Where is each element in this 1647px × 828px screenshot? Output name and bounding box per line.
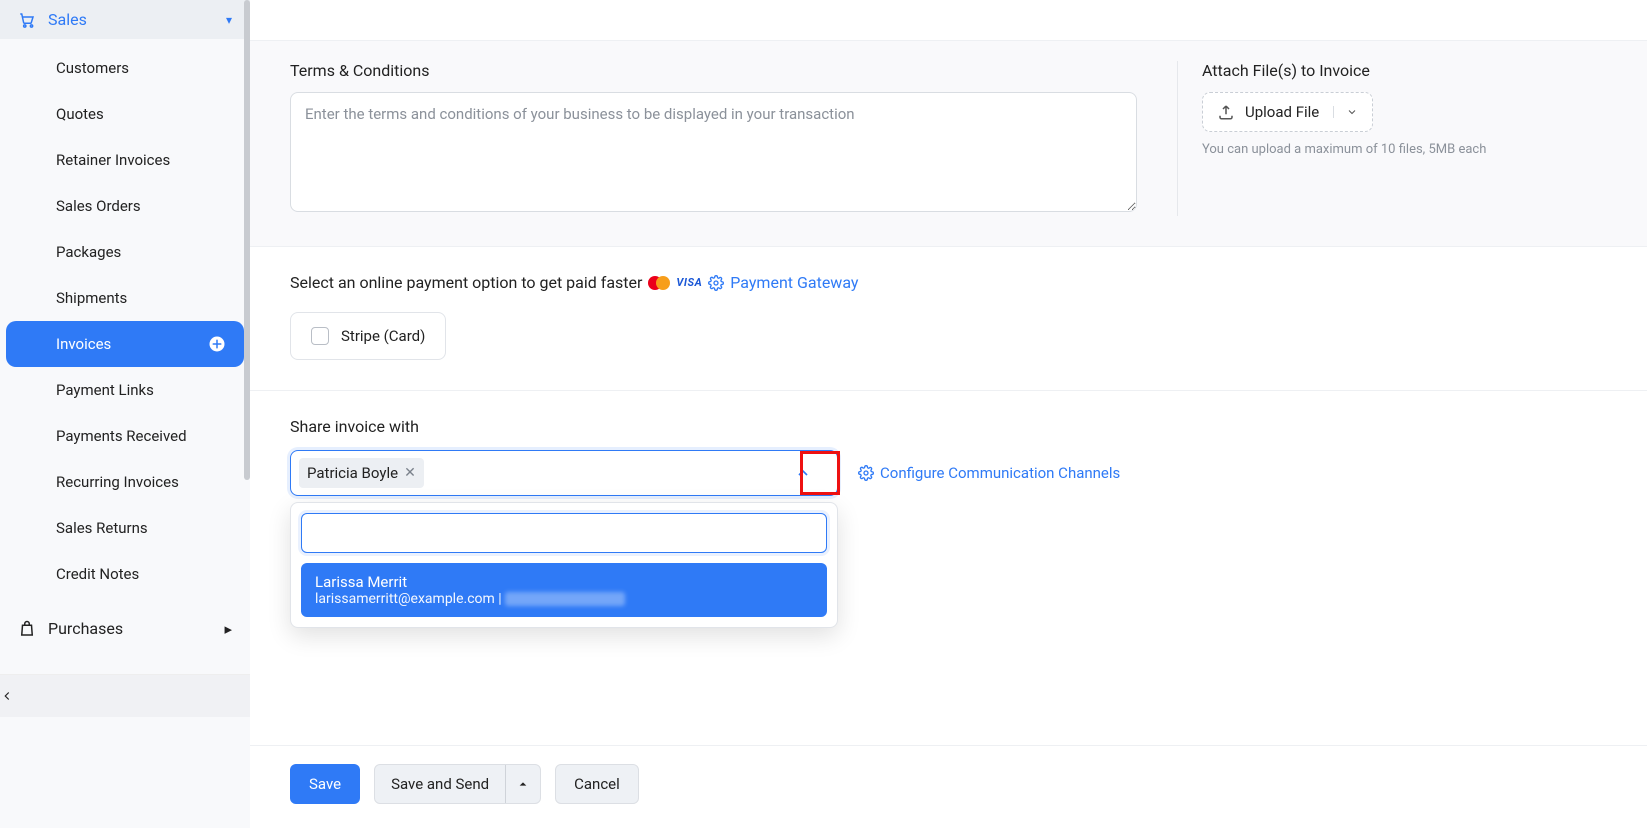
sidebar-section-sales[interactable]: Sales ▾ bbox=[0, 0, 250, 39]
upload-file-label: Upload File bbox=[1245, 103, 1319, 121]
sidebar-section-purchases[interactable]: Purchases ▸ bbox=[0, 603, 250, 654]
cart-icon bbox=[18, 11, 36, 29]
payment-prompt: Select an online payment option to get p… bbox=[290, 273, 642, 292]
chevron-up-icon bbox=[795, 465, 811, 481]
sidebar-item-invoices[interactable]: Invoices bbox=[6, 321, 244, 367]
chip-remove-icon[interactable]: ✕ bbox=[404, 465, 416, 481]
attach-label: Attach File(s) to Invoice bbox=[1202, 61, 1607, 80]
terms-label: Terms & Conditions bbox=[290, 61, 1137, 80]
sidebar-item-credit-notes[interactable]: Credit Notes bbox=[6, 551, 244, 597]
caret-down-icon: ▾ bbox=[226, 13, 232, 27]
gear-icon bbox=[708, 275, 724, 291]
gear-icon bbox=[858, 465, 874, 481]
redacted-phone bbox=[505, 592, 625, 606]
sidebar-item-sales-orders[interactable]: Sales Orders bbox=[6, 183, 244, 229]
share-multiselect[interactable]: Patricia Boyle ✕ bbox=[290, 450, 838, 496]
stripe-checkbox[interactable] bbox=[311, 327, 329, 345]
sidebar-item-payment-links[interactable]: Payment Links bbox=[6, 367, 244, 413]
sidebar-item-recurring-invoices[interactable]: Recurring Invoices bbox=[6, 459, 244, 505]
share-dropdown-option[interactable]: Larissa Merrit larissamerritt@example.co… bbox=[301, 563, 827, 617]
upload-hint: You can upload a maximum of 10 files, 5M… bbox=[1202, 142, 1607, 157]
main-content: Terms & Conditions Attach File(s) to Inv… bbox=[250, 0, 1647, 828]
save-send-dropdown[interactable] bbox=[506, 765, 540, 803]
sidebar-item-sales-returns[interactable]: Sales Returns bbox=[6, 505, 244, 551]
save-and-send-button[interactable]: Save and Send bbox=[374, 764, 541, 804]
sidebar-collapse[interactable] bbox=[0, 674, 250, 717]
visa-icon: VISA bbox=[676, 276, 702, 289]
share-label: Share invoice with bbox=[290, 417, 1607, 436]
caret-right-icon: ▸ bbox=[224, 620, 232, 638]
sidebar-sales-items: Customers Quotes Retainer Invoices Sales… bbox=[0, 39, 250, 603]
sidebar-item-shipments[interactable]: Shipments bbox=[6, 275, 244, 321]
footer-actions: Save Save and Send Cancel bbox=[250, 745, 1647, 828]
bag-icon bbox=[18, 620, 36, 638]
sidebar-item-customers[interactable]: Customers bbox=[6, 45, 244, 91]
sidebar-item-retainer-invoices[interactable]: Retainer Invoices bbox=[6, 137, 244, 183]
caret-up-icon bbox=[518, 779, 528, 789]
configure-channels-link[interactable]: Configure Communication Channels bbox=[858, 464, 1120, 482]
share-dropdown-search[interactable] bbox=[301, 513, 827, 553]
plus-circle-icon[interactable] bbox=[208, 335, 226, 353]
upload-file-button[interactable]: Upload File bbox=[1202, 92, 1373, 132]
dropdown-option-name: Larissa Merrit bbox=[315, 573, 813, 591]
cancel-button[interactable]: Cancel bbox=[555, 764, 639, 804]
multiselect-collapse[interactable] bbox=[795, 465, 829, 481]
sidebar-purchases-label: Purchases bbox=[48, 619, 224, 638]
stripe-option[interactable]: Stripe (Card) bbox=[290, 312, 446, 360]
chevron-down-icon[interactable] bbox=[1333, 106, 1358, 118]
share-chip: Patricia Boyle ✕ bbox=[299, 458, 424, 488]
share-chip-label: Patricia Boyle bbox=[307, 464, 398, 482]
sidebar-item-quotes[interactable]: Quotes bbox=[6, 91, 244, 137]
sidebar-item-packages[interactable]: Packages bbox=[6, 229, 244, 275]
dropdown-option-email: larissamerritt@example.com | bbox=[315, 591, 813, 607]
save-button[interactable]: Save bbox=[290, 764, 360, 804]
sidebar: Sales ▾ Customers Quotes Retainer Invoic… bbox=[0, 0, 250, 828]
chevron-left-icon bbox=[0, 689, 14, 703]
sidebar-item-payments-received[interactable]: Payments Received bbox=[6, 413, 244, 459]
stripe-label: Stripe (Card) bbox=[341, 327, 425, 345]
upload-icon bbox=[1217, 103, 1235, 121]
share-dropdown: Larissa Merrit larissamerritt@example.co… bbox=[290, 502, 838, 628]
mastercard-icon bbox=[648, 276, 670, 290]
sidebar-sales-label: Sales bbox=[48, 10, 226, 29]
payment-gateway-link[interactable]: Payment Gateway bbox=[708, 273, 858, 292]
terms-textarea[interactable] bbox=[290, 92, 1137, 212]
